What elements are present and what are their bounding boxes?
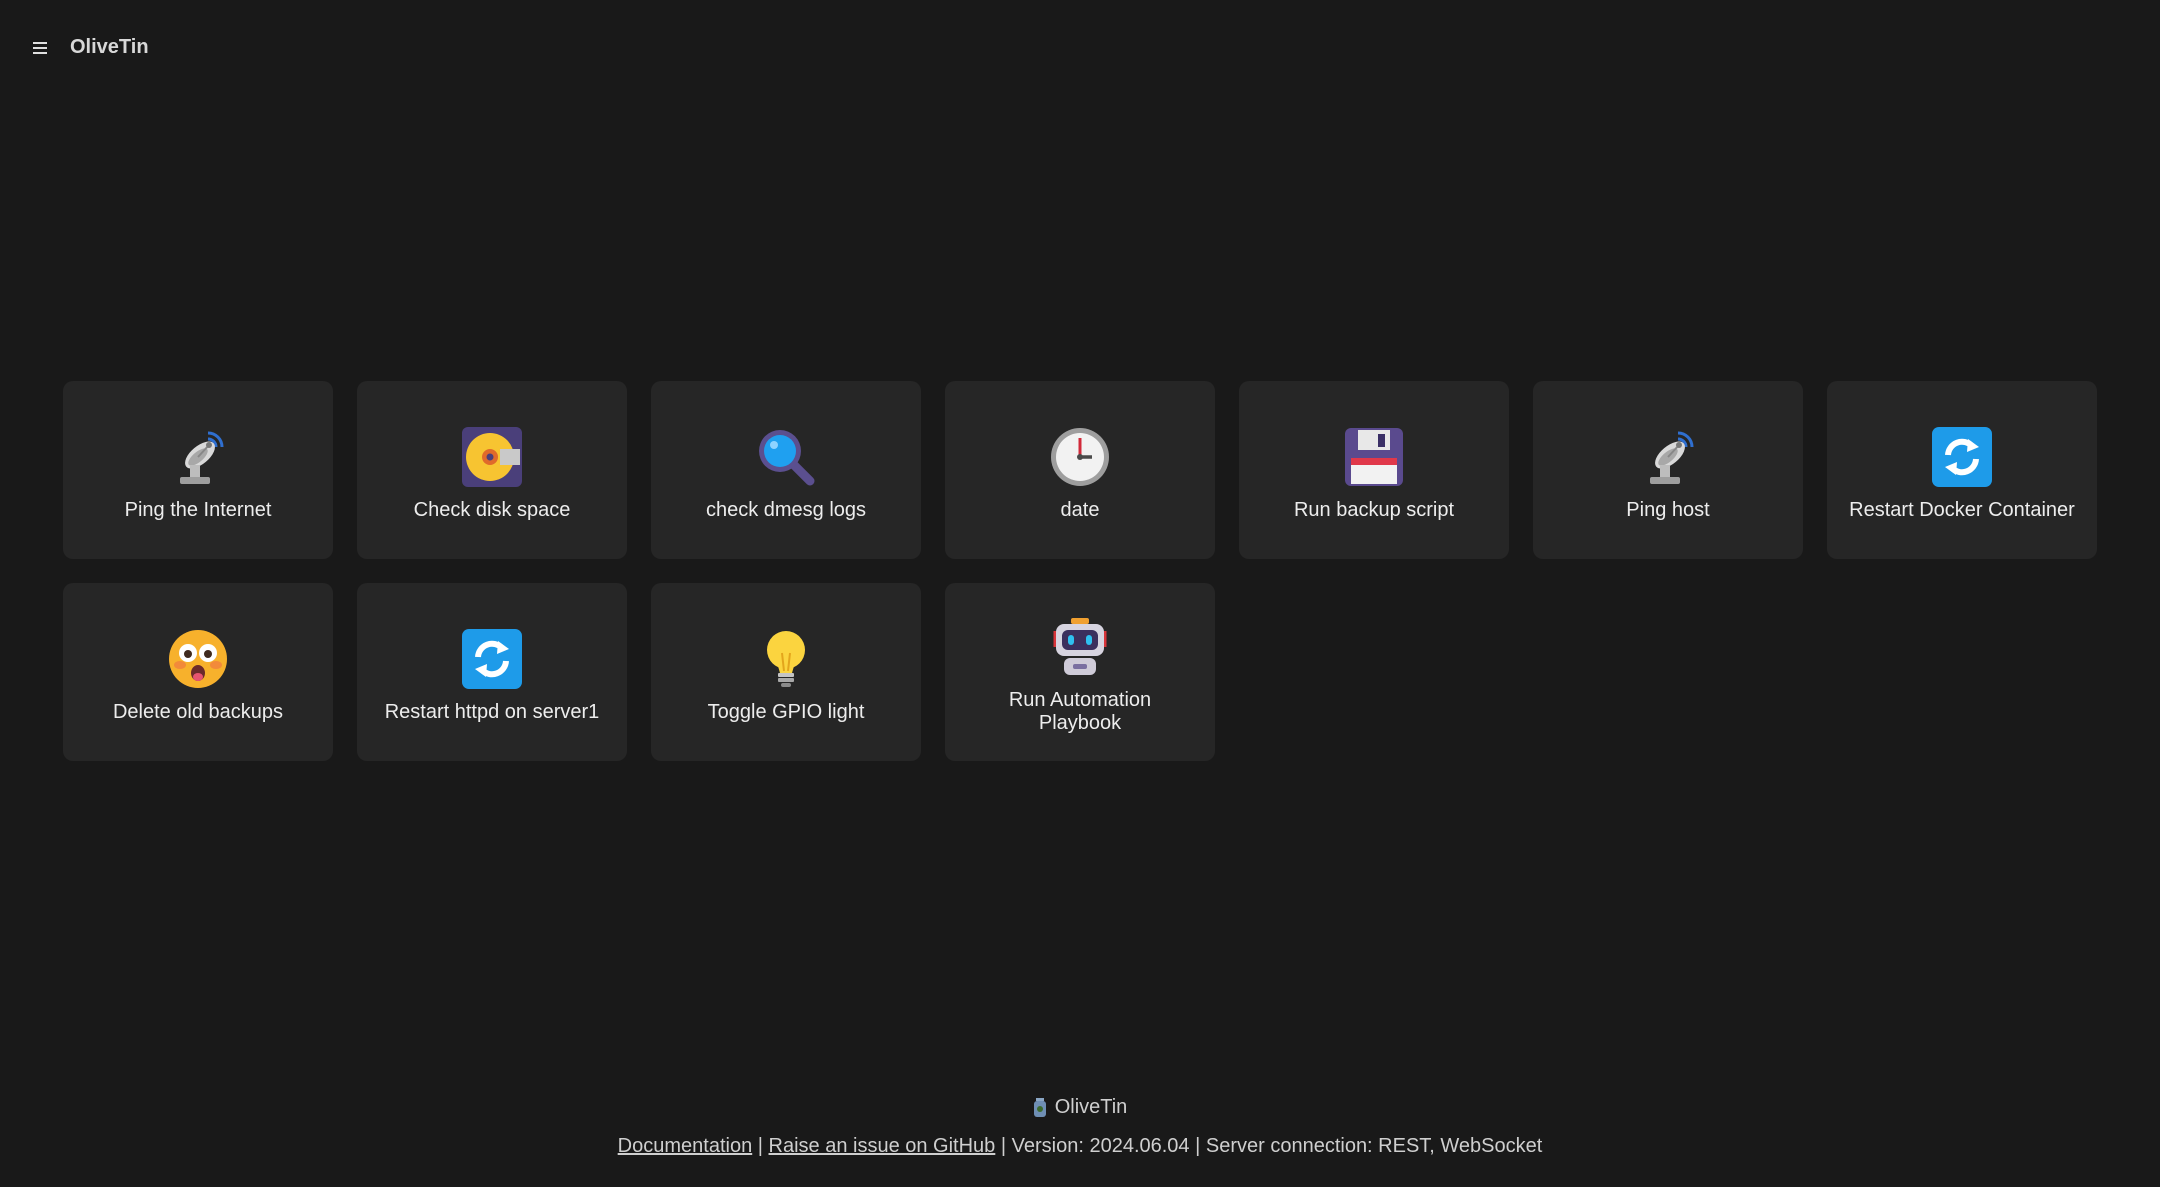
action-label: check dmesg logs <box>705 498 867 521</box>
action-ping-host[interactable]: Ping host <box>1533 381 1803 559</box>
action-restart-httpd-on-server1[interactable]: Restart httpd on server1 <box>357 583 627 761</box>
action-check-dmesg-logs[interactable]: check dmesg logs <box>651 381 921 559</box>
action-run-automation-playbook[interactable]: Run Automation Playbook <box>945 583 1215 761</box>
app-title[interactable]: OliveTin <box>70 36 149 59</box>
separator: | <box>752 1135 769 1157</box>
action-label: Ping host <box>1626 498 1710 521</box>
light-bulb-icon <box>754 627 818 691</box>
refresh-icon <box>1930 425 1994 489</box>
olive-jar-icon <box>1033 1097 1047 1118</box>
magnifying-glass-icon <box>754 425 818 489</box>
footer-links-line: Documentation | Raise an issue on GitHub… <box>0 1135 2160 1158</box>
clock-icon <box>1048 425 1112 489</box>
robot-icon <box>1048 615 1112 679</box>
server-connection-text: Server connection: REST, WebSocket <box>1205 1135 1543 1157</box>
separator: | <box>995 1135 1012 1157</box>
action-toggle-gpio-light[interactable]: Toggle GPIO light <box>651 583 921 761</box>
hamburger-menu-button[interactable] <box>28 36 52 60</box>
action-label: Check disk space <box>413 498 571 521</box>
satellite-dish-icon <box>1636 425 1700 489</box>
action-date[interactable]: date <box>945 381 1215 559</box>
floppy-disk-icon <box>1342 425 1406 489</box>
action-label: Delete old backups <box>112 700 284 723</box>
separator: | <box>1189 1135 1206 1157</box>
action-label: Run Automation Playbook <box>1008 689 1152 734</box>
satellite-dish-icon <box>166 425 230 489</box>
github-issue-link[interactable]: Raise an issue on GitHub <box>769 1135 996 1157</box>
top-bar: OliveTin <box>0 0 2160 96</box>
action-restart-docker-container[interactable]: Restart Docker Container <box>1827 381 2097 559</box>
footer: OliveTin Documentation | Raise an issue … <box>0 1096 2160 1158</box>
action-label: Ping the Internet <box>124 498 272 521</box>
action-label: Restart httpd on server1 <box>384 700 600 723</box>
actions-grid: Ping the Internet Check disk space check… <box>63 381 2103 761</box>
action-run-backup-script[interactable]: Run backup script <box>1239 381 1509 559</box>
action-check-disk-space[interactable]: Check disk space <box>357 381 627 559</box>
footer-brand: OliveTin <box>1033 1096 1128 1119</box>
action-ping-the-internet[interactable]: Ping the Internet <box>63 381 333 559</box>
hamburger-icon <box>33 42 47 54</box>
action-label: Restart Docker Container <box>1849 498 2075 521</box>
flushed-face-icon <box>166 627 230 691</box>
documentation-link[interactable]: Documentation <box>618 1135 753 1157</box>
action-label: Toggle GPIO light <box>707 700 865 723</box>
action-label: Run backup script <box>1293 498 1455 521</box>
action-delete-old-backups[interactable]: Delete old backups <box>63 583 333 761</box>
version-text: Version: 2024.06.04 <box>1011 1135 1190 1157</box>
footer-brand-name: OliveTin <box>1054 1096 1128 1118</box>
action-label: date <box>1060 498 1100 521</box>
optical-disk-icon <box>460 425 524 489</box>
refresh-icon <box>460 627 524 691</box>
